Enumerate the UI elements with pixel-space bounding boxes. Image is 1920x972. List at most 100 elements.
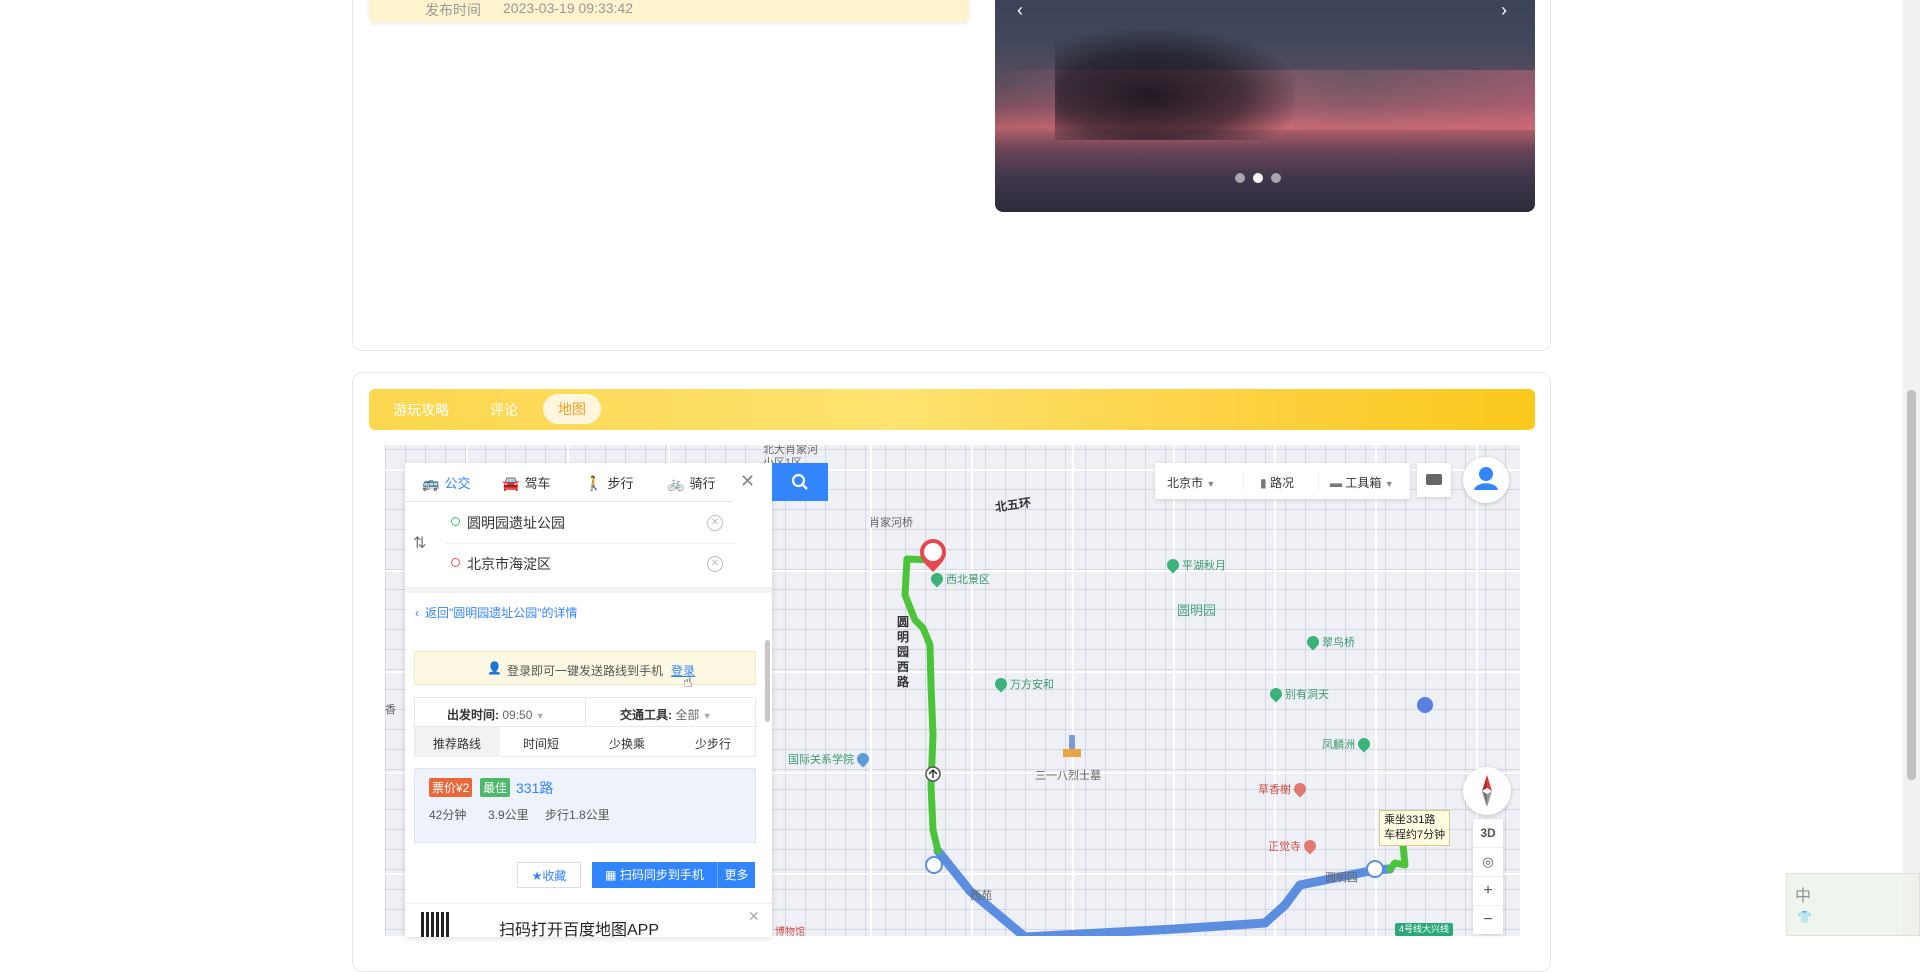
city-selector[interactable]: 北京市 ▼ <box>1167 474 1215 491</box>
login-hint-text: 登录即可一键发送路线到手机 <box>507 664 664 678</box>
start-input[interactable]: 圆明园遗址公园 ✕ <box>445 503 735 544</box>
3d-button[interactable]: 3D <box>1473 819 1503 848</box>
poi-biehe[interactable]: 别有洞天 <box>1267 685 1329 703</box>
sync-to-phone-button[interactable]: ▦ 扫码同步到手机 <box>592 862 717 888</box>
sort-recommended[interactable]: 推荐路线 <box>433 735 481 752</box>
poi-label: 博物馆 <box>775 927 805 936</box>
bike-icon: 🚲 <box>667 475 685 491</box>
mode-walk[interactable]: 🚶 步行 <box>585 473 633 492</box>
poi-pinghu[interactable]: 平湖秋月 <box>1164 556 1226 574</box>
swap-icon[interactable]: ⇅ <box>413 533 426 553</box>
park-icon <box>992 675 1010 693</box>
carousel-dot-active[interactable] <box>1253 173 1263 183</box>
favorite-button[interactable]: ★收藏 <box>517 862 581 888</box>
bus-icon: 🚌 <box>422 475 440 491</box>
poi-wanfang[interactable]: 万方安和 <box>992 675 1054 693</box>
temple-icon <box>1301 837 1319 855</box>
route-distance: 3.9公里 <box>488 808 529 822</box>
more-button[interactable]: 更多 <box>717 862 755 888</box>
qr-icon: ▦ <box>605 868 617 882</box>
transport-mode-tabs: 🚌 公交 🚘 驾车 🚶 步行 🚲 骑行 <box>405 463 733 502</box>
fare-badge: 票价¥2 <box>429 778 473 797</box>
park-icon <box>1267 685 1285 703</box>
carousel-dot[interactable] <box>1235 173 1245 183</box>
locate-button[interactable]: ◎ <box>1473 848 1503 877</box>
zoom-out-button[interactable]: − <box>1473 906 1503 934</box>
zoom-controls: 3D ◎ + − <box>1473 819 1503 934</box>
mode-bike[interactable]: 🚲 骑行 <box>667 473 715 492</box>
tab-map[interactable]: 地图 <box>543 394 601 424</box>
sort-shortest-time[interactable]: 时间短 <box>523 735 559 752</box>
compass-icon <box>1482 775 1492 807</box>
toolbox-icon: ▬ <box>1330 476 1342 490</box>
message-icon <box>1426 474 1442 485</box>
bus-stop-icon <box>1366 860 1384 878</box>
compass-button[interactable] <box>1463 767 1511 815</box>
user-center-button[interactable] <box>1463 457 1509 503</box>
carousel-prev-button[interactable]: ‹ <box>1017 0 1023 21</box>
ime-toolbar[interactable]: 中 👕 <box>1786 873 1920 936</box>
restaurant-icon <box>1291 780 1309 798</box>
search-icon <box>791 473 808 490</box>
poi-label: 肖家河桥 <box>869 517 913 529</box>
chevron-left-icon: ‹ <box>415 606 419 620</box>
school-icon <box>854 750 872 768</box>
route-name: 331路 <box>516 780 554 796</box>
park-icon <box>1164 556 1182 574</box>
poi-cuiniao[interactable]: 翠鸟桥 <box>1304 633 1355 651</box>
carousel-image <box>1055 30 1295 140</box>
publish-time: 2023-03-19 09:33:42 <box>503 0 633 16</box>
close-icon[interactable]: ✕ <box>748 908 760 925</box>
carousel-next-button[interactable]: › <box>1501 0 1507 21</box>
photo-carousel[interactable]: ‹ › <box>995 0 1535 212</box>
route-plan-card[interactable]: 票价¥2 最佳 331路 42分钟 3.9公里 步行1.8公里 <box>414 768 756 843</box>
mode-car[interactable]: 🚘 驾车 <box>502 473 550 492</box>
zoom-in-button[interactable]: + <box>1473 877 1503 906</box>
detail-tabs: 游玩攻略 评论 地图 <box>369 389 1535 430</box>
ime-shirt-icon[interactable]: 👕 <box>1797 910 1812 924</box>
bus-stop-icon <box>925 856 943 874</box>
car-icon: 🚘 <box>502 475 520 491</box>
page-scrollbar-thumb[interactable] <box>1907 390 1916 780</box>
tab-comments[interactable]: 评论 <box>490 400 518 420</box>
map-toolbar: 北京市 ▼ ▮ 路况 ▬ 工具箱 ▼ <box>1155 463 1410 499</box>
traffic-button[interactable]: ▮ 路况 <box>1260 474 1294 491</box>
depart-time-select[interactable]: 出发时间: 09:50 ▼ <box>447 706 545 723</box>
close-icon[interactable]: ✕ <box>740 471 755 492</box>
chevron-down-icon: ▼ <box>1206 479 1216 489</box>
end-dot-icon <box>451 558 460 567</box>
panel-scrollbar[interactable] <box>765 640 770 722</box>
sort-less-walk[interactable]: 少步行 <box>695 735 731 752</box>
tab-guide[interactable]: 游玩攻略 <box>393 400 449 420</box>
route-options: 出发时间: 09:50 ▼ 交通工具: 全部 ▼ 推荐路线 时间短 少换乘 少步… <box>414 697 757 757</box>
back-to-detail-link[interactable]: ‹ 返回"圆明园遗址公园"的详情 <box>415 604 578 621</box>
ime-chinese-icon[interactable]: 中 <box>1795 882 1811 906</box>
mode-bus[interactable]: 🚌 公交 <box>422 473 470 492</box>
user-icon: 👤 <box>487 661 502 675</box>
route-walk: 步行1.8公里 <box>545 808 610 822</box>
app-download-banner: 扫码打开百度地图APP ✕ <box>405 903 772 939</box>
sort-fewer-transfers[interactable]: 少换乘 <box>609 735 645 752</box>
bus-tip: 乘坐331路 车程约7分钟 <box>1379 810 1451 846</box>
panel-footer: ★收藏 ▦ 扫码同步到手机 更多 <box>405 850 772 898</box>
locate-icon: ◎ <box>1482 854 1494 869</box>
poi-caoxiang[interactable]: 草香榭 <box>1258 780 1309 798</box>
search-button[interactable] <box>772 463 828 501</box>
vehicle-select[interactable]: 交通工具: 全部 ▼ <box>620 706 712 723</box>
toolbox-button[interactable]: ▬ 工具箱 ▼ <box>1330 474 1394 491</box>
clear-start-icon[interactable]: ✕ <box>707 515 723 531</box>
page-scrollbar[interactable] <box>1903 0 1920 936</box>
park-icon <box>1304 633 1322 651</box>
message-button[interactable] <box>1417 463 1451 497</box>
poi-guoji[interactable]: 国际关系学院 <box>788 750 872 768</box>
traffic-light-icon: ▮ <box>1260 476 1267 490</box>
poi-zhengjue[interactable]: 正觉寺 <box>1268 837 1319 855</box>
poi-fenglin[interactable]: 凤麟洲 <box>1322 735 1373 753</box>
end-input[interactable]: 北京市海淀区 ✕ <box>445 544 735 584</box>
clear-end-icon[interactable]: ✕ <box>707 556 723 572</box>
poi-xibei[interactable]: 西北景区 <box>928 570 990 588</box>
poi-sanyiba[interactable]: 三一八烈士墓 <box>1035 767 1101 783</box>
best-badge: 最佳 <box>480 778 511 797</box>
carousel-dot[interactable] <box>1271 173 1281 183</box>
poi-label: 香 <box>385 704 396 716</box>
